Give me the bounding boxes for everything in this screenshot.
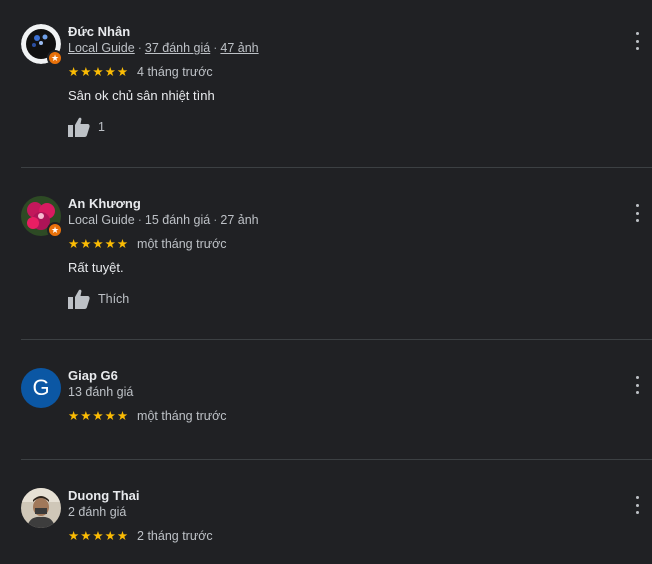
- rating-row: ★★★★★ 4 tháng trước: [68, 64, 213, 80]
- rating-row: ★★★★★ 2 tháng trước: [68, 528, 213, 544]
- star-rating: ★★★★★: [68, 237, 130, 251]
- reviewer-meta: 2 đánh giá: [68, 505, 126, 519]
- more-options-icon[interactable]: [631, 204, 643, 222]
- rating-row: ★★★★★ một tháng trước: [68, 236, 227, 252]
- divider: [21, 167, 652, 168]
- review-count-link[interactable]: 37 đánh giá: [145, 41, 210, 55]
- thumbs-up-icon: [68, 117, 90, 137]
- review-count[interactable]: 15 đánh giá: [145, 213, 210, 227]
- avatar[interactable]: [21, 488, 61, 528]
- letter-avatar: G: [21, 368, 61, 408]
- review-text: Rất tuyệt.: [68, 260, 124, 275]
- star-rating: ★★★★★: [68, 529, 130, 543]
- local-guide-badge-icon: ★: [47, 222, 63, 238]
- review-time: một tháng trước: [137, 408, 227, 423]
- more-options-icon[interactable]: [631, 496, 643, 514]
- photo-count[interactable]: 27 ảnh: [220, 213, 258, 227]
- divider: [21, 459, 652, 460]
- local-guide-badge-icon: ★: [47, 50, 63, 66]
- reviewer-meta: Local Guide · 37 đánh giá · 47 ảnh: [68, 41, 259, 55]
- review-text: Sân ok chủ sân nhiệt tình: [68, 88, 215, 103]
- more-options-icon[interactable]: [631, 376, 643, 394]
- reviewer-name[interactable]: Giap G6: [68, 368, 118, 383]
- local-guide-link[interactable]: Local Guide: [68, 41, 135, 55]
- divider: [21, 339, 652, 340]
- review-count[interactable]: 2 đánh giá: [68, 505, 126, 519]
- review-count[interactable]: 13 đánh giá: [68, 385, 133, 399]
- avatar-image: [21, 488, 61, 528]
- reviewer-name[interactable]: An Khương: [68, 196, 141, 211]
- thumbs-up-icon: [68, 289, 90, 309]
- review-time: 4 tháng trước: [137, 64, 213, 79]
- avatar[interactable]: ★: [21, 24, 63, 66]
- like-label: Thích: [98, 292, 130, 306]
- reviewer-name[interactable]: Đức Nhân: [68, 24, 130, 39]
- star-rating: ★★★★★: [68, 65, 130, 79]
- reviewer-meta: Local Guide · 15 đánh giá · 27 ảnh: [68, 213, 259, 227]
- like-button[interactable]: 1: [68, 117, 105, 137]
- review-time: 2 tháng trước: [137, 528, 213, 543]
- like-button[interactable]: Thích: [68, 289, 129, 309]
- photo-count-link[interactable]: 47 ảnh: [220, 41, 258, 55]
- star-rating: ★★★★★: [68, 409, 130, 423]
- local-guide-label[interactable]: Local Guide: [68, 213, 135, 227]
- reviewer-meta: 13 đánh giá: [68, 385, 133, 399]
- avatar[interactable]: ★: [21, 196, 63, 238]
- review-time: một tháng trước: [137, 236, 227, 251]
- like-label: 1: [98, 120, 105, 134]
- more-options-icon[interactable]: [631, 32, 643, 50]
- rating-row: ★★★★★ một tháng trước: [68, 408, 227, 424]
- avatar[interactable]: G: [21, 368, 61, 408]
- reviewer-name[interactable]: Duong Thai: [68, 488, 140, 503]
